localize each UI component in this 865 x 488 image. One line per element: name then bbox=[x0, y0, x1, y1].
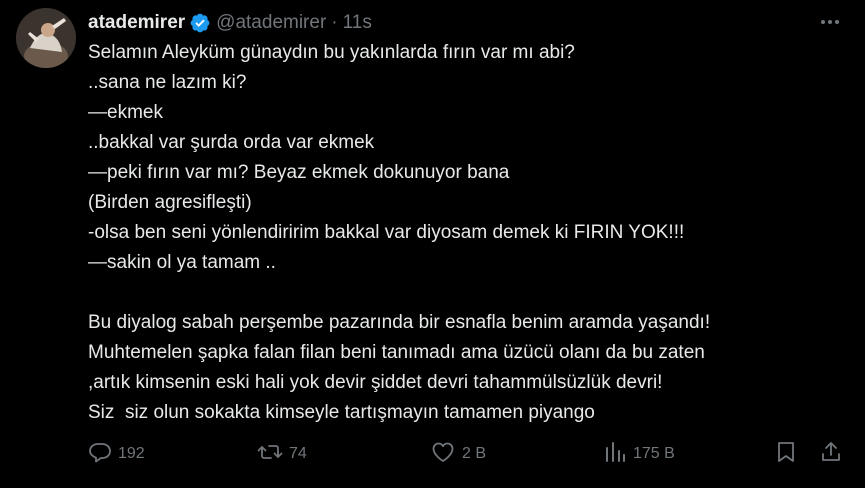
tweet-text: Selamın Aleyküm günaydın bu yakınlarda f… bbox=[88, 38, 848, 428]
tweet-line: Selamın Aleyküm günaydın bu yakınlarda f… bbox=[88, 42, 575, 63]
tweet-line: ..sana ne lazım ki? bbox=[88, 72, 247, 93]
retweet-icon bbox=[257, 440, 283, 469]
tweet-line: -olsa ben seni yönlendiririm bakkal var … bbox=[88, 222, 685, 243]
more-icon[interactable] bbox=[816, 10, 844, 34]
heart-icon bbox=[430, 440, 456, 469]
display-name[interactable]: atademirer bbox=[88, 12, 185, 34]
tweet-line: Bu diyalog sabah perşembe pazarında bir … bbox=[88, 312, 711, 333]
verified-badge-icon bbox=[189, 12, 211, 34]
tweet-line: Siz siz olun sokakta kimseyle tartışmayı… bbox=[88, 402, 595, 423]
retweet-count: 74 bbox=[289, 445, 307, 462]
tweet-line: ,artık kimsenin eski hali yok devir şidd… bbox=[88, 372, 663, 393]
tweet-line: —sakin ol ya tamam .. bbox=[88, 252, 276, 273]
views-icon bbox=[603, 440, 627, 469]
retweet-button[interactable]: 74 bbox=[257, 438, 307, 470]
tweet-line: (Birden agresifleşti) bbox=[88, 192, 252, 213]
tweet-actions: 192 74 2 B 175 B bbox=[0, 438, 865, 470]
share-icon bbox=[819, 440, 843, 469]
tweet-header: atademirer @atademirer · 11s bbox=[88, 10, 372, 36]
bookmark-icon bbox=[774, 440, 798, 469]
share-button[interactable] bbox=[819, 438, 843, 470]
reply-count: 192 bbox=[118, 445, 145, 462]
reply-icon bbox=[88, 440, 112, 469]
separator-dot: · bbox=[331, 12, 338, 33]
avatar[interactable] bbox=[16, 8, 76, 68]
tweet-line: ..bakkal var şurda orda var ekmek bbox=[88, 132, 375, 153]
like-button[interactable]: 2 B bbox=[430, 438, 486, 470]
like-count: 2 B bbox=[462, 445, 487, 462]
views-button[interactable]: 175 B bbox=[603, 438, 675, 470]
tweet-line: Muhtemelen şapka falan filan beni tanıma… bbox=[88, 342, 705, 363]
handle[interactable]: @atademirer bbox=[216, 12, 326, 34]
tweet-line: —peki fırın var mı? Beyaz ekmek dokunuyo… bbox=[88, 162, 510, 183]
tweet-line: —ekmek bbox=[88, 102, 163, 123]
views-count: 175 B bbox=[633, 445, 675, 462]
timestamp[interactable]: 11s bbox=[343, 12, 372, 34]
avatar-image bbox=[16, 8, 76, 68]
tweet: atademirer @atademirer · 11s Selamın Ale… bbox=[0, 0, 865, 488]
bookmark-button[interactable] bbox=[774, 438, 798, 470]
reply-button[interactable]: 192 bbox=[88, 438, 145, 470]
